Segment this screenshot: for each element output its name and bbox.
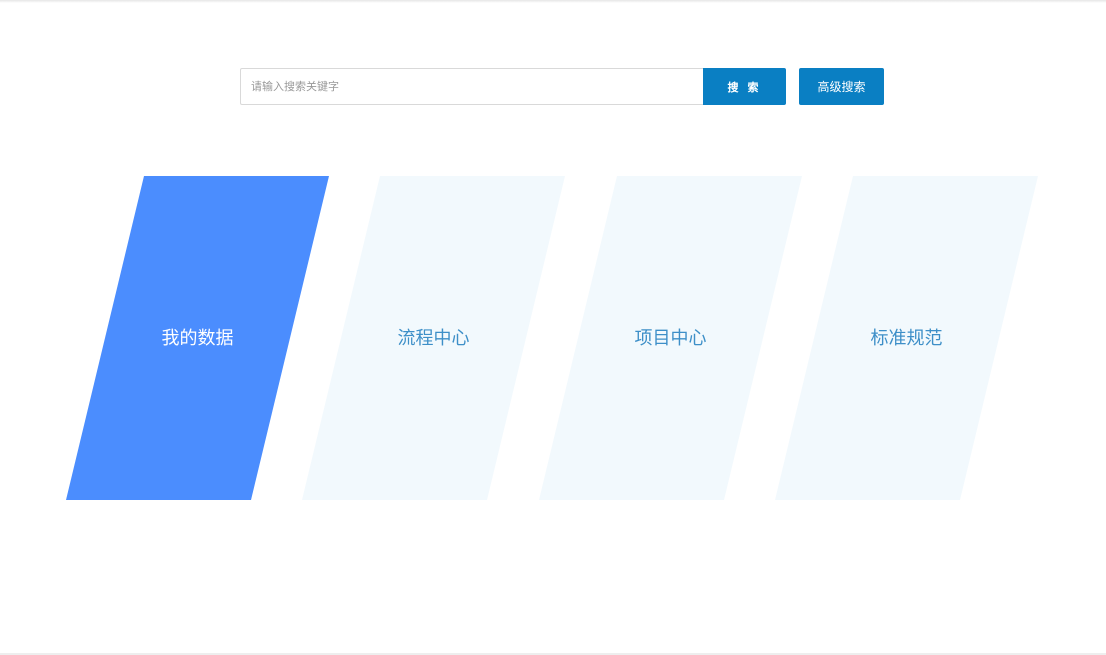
card-label: 标准规范 <box>870 328 943 348</box>
card-process-center[interactable]: 流程中心 <box>302 176 565 500</box>
page: 搜 索 高级搜索 我的数据 流程中心 项目中心 标准规范 <box>0 0 1106 655</box>
search-bar: 搜 索 <box>240 68 786 105</box>
search-button[interactable]: 搜 索 <box>703 68 786 105</box>
card-label: 我的数据 <box>161 328 234 348</box>
card-project-center[interactable]: 项目中心 <box>539 176 802 500</box>
search-input[interactable] <box>240 68 703 105</box>
advanced-search-button[interactable]: 高级搜索 <box>799 68 884 105</box>
top-shadow <box>0 0 1106 3</box>
card-standards[interactable]: 标准规范 <box>775 176 1038 500</box>
card-my-data[interactable]: 我的数据 <box>66 176 329 500</box>
card-label: 项目中心 <box>634 328 707 348</box>
card-label: 流程中心 <box>397 328 470 348</box>
